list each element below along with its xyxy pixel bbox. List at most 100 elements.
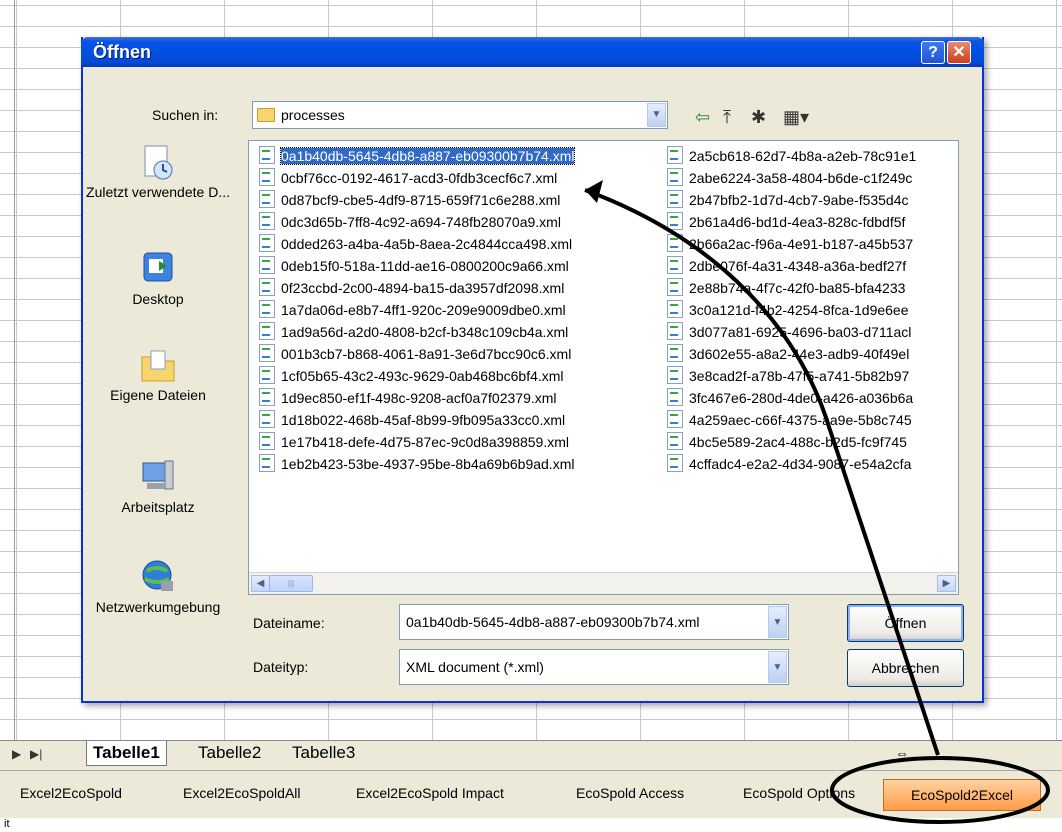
help-button[interactable]: ? — [921, 41, 945, 64]
horizontal-scrollbar[interactable]: ◀ ||| ▶ — [249, 572, 958, 594]
file-item[interactable]: 0a1b40db-5645-4db8-a887-eb09300b7b74.xml — [253, 145, 657, 167]
scroll-thumb[interactable]: ||| — [269, 575, 313, 592]
new-folder-icon[interactable]: ✱ — [751, 107, 766, 128]
xml-file-icon — [667, 454, 683, 472]
file-name: 3fc467e6-280d-4de0-a426-a036b6a — [689, 390, 914, 406]
filename-input[interactable]: 0a1b40db-5645-4db8-a887-eb09300b7b74.xml… — [399, 604, 789, 640]
status-text: it — [4, 818, 10, 830]
filetype-value: XML document (*.xml) — [406, 659, 544, 675]
file-item[interactable]: 1ad9a56d-a2d0-4808-b2cf-b348c109cb4a.xml — [253, 321, 657, 343]
xml-file-icon — [259, 256, 275, 274]
last-sheet-icon[interactable]: ▶| — [30, 747, 42, 761]
file-item[interactable]: 0cbf76cc-0192-4617-acd3-0fdb3cecf6c7.xml — [253, 167, 657, 189]
file-item[interactable]: 2b66a2ac-f96a-4e91-b187-a45b537 — [661, 233, 957, 255]
tab-tabelle3[interactable]: Tabelle3 — [286, 741, 361, 765]
up-folder-icon[interactable]: ⤒ — [723, 107, 731, 128]
file-item[interactable]: 4bc5e589-2ac4-488c-b2d5-fc9f745 — [661, 431, 957, 453]
xml-file-icon — [259, 212, 275, 230]
xml-file-icon — [667, 168, 683, 186]
xml-file-icon — [667, 432, 683, 450]
sheet-tabs-bar: ▶ ▶| Tabelle1 Tabelle2 Tabelle3 ⇔ — [0, 740, 1062, 771]
look-in-dropdown[interactable]: processes ▼ — [252, 101, 668, 129]
file-item[interactable]: 0dc3d65b-7ff8-4c92-a694-748fb28070a9.xml — [253, 211, 657, 233]
file-item[interactable]: 2a5cb618-62d7-4b8a-a2eb-78c91e1 — [661, 145, 957, 167]
file-item[interactable]: 3e8cad2f-a78b-47f5-a741-5b82b97 — [661, 365, 957, 387]
back-icon[interactable]: ⇦ — [695, 107, 710, 128]
file-name: 1d9ec850-ef1f-498c-9208-acf0a7f02379.xml — [281, 390, 557, 406]
file-name: 2b47bfb2-1d7d-4cb7-9abe-f535d4c — [689, 192, 909, 208]
file-item[interactable]: 3c0a121d-f4b2-4254-8fca-1d9e6ee — [661, 299, 957, 321]
xml-file-icon — [259, 190, 275, 208]
open-dialog: Öffnen ? ✕ Suchen in: processes ▼ ⇦ ⤒ ✱ … — [81, 37, 984, 703]
chevron-down-icon[interactable]: ▼ — [647, 103, 666, 127]
file-item[interactable]: 001b3cb7-b868-4061-8a91-3e6d7bcc90c6.xml — [253, 343, 657, 365]
file-item[interactable]: 3d077a81-6925-4696-ba03-d711acl — [661, 321, 957, 343]
folder-icon — [257, 108, 275, 122]
my-computer-icon — [142, 460, 174, 490]
excel2ecospoldall-button[interactable]: Excel2EcoSpoldAll — [183, 785, 301, 801]
place-label: Zuletzt verwendete D... — [86, 184, 230, 200]
close-button[interactable]: ✕ — [947, 41, 971, 64]
place-recent[interactable]: Zuletzt verwendete D... — [83, 142, 233, 200]
file-item[interactable]: 0dded263-a4ba-4a5b-8aea-2c4844cca498.xml — [253, 233, 657, 255]
next-sheet-icon[interactable]: ▶ — [12, 747, 21, 761]
excel2ecospold-impact-button[interactable]: Excel2EcoSpold Impact — [356, 785, 504, 801]
xml-file-icon — [667, 278, 683, 296]
file-item[interactable]: 1eb2b423-53be-4937-95be-8b4a69b6b9ad.xml — [253, 453, 657, 475]
xml-file-icon — [667, 256, 683, 274]
file-item[interactable]: 1a7da06d-e8b7-4ff1-920c-209e9009dbe0.xml — [253, 299, 657, 321]
file-item[interactable]: 1d18b022-468b-45af-8b99-9fb095a33cc0.xml — [253, 409, 657, 431]
dialog-titlebar[interactable]: Öffnen ? ✕ — [81, 37, 984, 67]
file-item[interactable]: 2b47bfb2-1d7d-4cb7-9abe-f535d4c — [661, 189, 957, 211]
xml-file-icon — [667, 234, 683, 252]
file-item[interactable]: 0d87bcf9-cbe5-4df9-8715-659f71c6e288.xml — [253, 189, 657, 211]
file-item[interactable]: 0f23ccbd-2c00-4894-ba15-da3957df2098.xml — [253, 277, 657, 299]
file-name: 3d077a81-6925-4696-ba03-d711acl — [689, 324, 912, 340]
xml-file-icon — [259, 234, 275, 252]
network-icon — [142, 560, 173, 591]
tab-tabelle1[interactable]: Tabelle1 — [86, 741, 167, 766]
ecospold-options-button[interactable]: EcoSpold Options — [743, 785, 855, 801]
xml-file-icon — [667, 190, 683, 208]
tab-tabelle2[interactable]: Tabelle2 — [192, 741, 267, 765]
chevron-down-icon[interactable]: ▼ — [768, 651, 787, 683]
chevron-down-icon[interactable]: ▼ — [768, 606, 787, 638]
xml-file-icon — [259, 388, 275, 406]
file-name: 1ad9a56d-a2d0-4808-b2cf-b348c109cb4a.xml — [281, 324, 569, 340]
file-item[interactable]: 2dbe076f-4a31-4348-a36a-bedf27f — [661, 255, 957, 277]
file-item[interactable]: 2abe6224-3a58-4804-b6de-c1f249c — [661, 167, 957, 189]
file-item[interactable]: 3d602e55-a8a2-44e3-adb9-40f49el — [661, 343, 957, 365]
file-item[interactable]: 1d9ec850-ef1f-498c-9208-acf0a7f02379.xml — [253, 387, 657, 409]
file-item[interactable]: 2b61a4d6-bd1d-4ea3-828c-fdbdf5f — [661, 211, 957, 233]
scroll-right-icon[interactable]: ▶ — [937, 575, 956, 592]
xml-file-icon — [667, 410, 683, 428]
filetype-dropdown[interactable]: XML document (*.xml) ▼ — [399, 649, 789, 685]
file-name: 0cbf76cc-0192-4617-acd3-0fdb3cecf6c7.xml — [281, 170, 558, 186]
place-my-computer[interactable]: Arbeitsplatz — [83, 457, 233, 515]
place-desktop[interactable]: Desktop — [83, 249, 233, 307]
place-network[interactable]: Netzwerkumgebung — [83, 557, 233, 615]
xml-file-icon — [259, 168, 275, 186]
scroll-left-icon[interactable]: ◀ — [251, 575, 270, 592]
tab-split-icon[interactable]: ⇔ — [895, 745, 909, 761]
file-item[interactable]: 2e88b74a-4f7c-42f0-ba85-bfa4233 — [661, 277, 957, 299]
excel2ecospold-button[interactable]: Excel2EcoSpold — [20, 785, 122, 801]
file-name: 1cf05b65-43c2-493c-9629-0ab468bc6bf4.xml — [281, 368, 564, 384]
file-name: 3e8cad2f-a78b-47f5-a741-5b82b97 — [689, 368, 910, 384]
xml-file-icon — [667, 344, 683, 362]
cancel-button[interactable]: Abbrechen — [847, 649, 964, 687]
view-menu-icon[interactable]: ▦▾ — [783, 107, 809, 128]
file-item[interactable]: 4cffadc4-e2a2-4d34-9087-e54a2cfa — [661, 453, 957, 475]
file-item[interactable]: 0deb15f0-518a-11dd-ae16-0800200c9a66.xml — [253, 255, 657, 277]
xml-file-icon — [259, 146, 275, 164]
place-my-documents[interactable]: Eigene Dateien — [83, 345, 233, 403]
open-button[interactable]: Öffnen — [847, 604, 964, 642]
file-item[interactable]: 1e17b418-defe-4d75-87ec-9c0d8a398859.xml — [253, 431, 657, 453]
xml-file-icon — [667, 300, 683, 318]
file-list[interactable]: 0a1b40db-5645-4db8-a887-eb09300b7b74.xml… — [248, 140, 959, 595]
ecospold-access-button[interactable]: EcoSpold Access — [576, 785, 684, 801]
file-item[interactable]: 4a259aec-c66f-4375-aa9e-5b8c745 — [661, 409, 957, 431]
file-item[interactable]: 3fc467e6-280d-4de0-a426-a036b6a — [661, 387, 957, 409]
file-item[interactable]: 1cf05b65-43c2-493c-9629-0ab468bc6bf4.xml — [253, 365, 657, 387]
ecospold2excel-button[interactable]: EcoSpold2Excel — [883, 779, 1041, 811]
